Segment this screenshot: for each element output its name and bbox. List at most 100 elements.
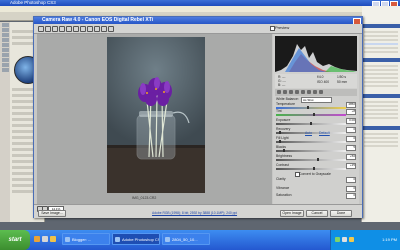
tab-hsl[interactable] bbox=[295, 90, 299, 94]
panel-row[interactable] bbox=[364, 51, 398, 53]
start-button[interactable]: start bbox=[0, 230, 30, 250]
panel-row[interactable] bbox=[364, 105, 398, 107]
slider-track[interactable] bbox=[276, 167, 346, 170]
panel-row[interactable] bbox=[364, 39, 398, 41]
image-preview-area[interactable]: IMG_0123.CR2 bbox=[37, 34, 272, 204]
panel-header[interactable] bbox=[363, 24, 400, 28]
volume-icon[interactable] bbox=[342, 237, 347, 242]
vibrance-value[interactable]: 0 bbox=[346, 186, 356, 192]
slider-thumb[interactable] bbox=[279, 131, 282, 134]
slider-thumb[interactable] bbox=[282, 149, 285, 152]
tab-camera-calibration[interactable] bbox=[313, 90, 317, 94]
panel-row[interactable] bbox=[364, 81, 398, 83]
panel-header[interactable] bbox=[363, 126, 400, 130]
slider-track[interactable] bbox=[276, 122, 346, 125]
network-icon[interactable] bbox=[335, 237, 340, 242]
panel-row[interactable] bbox=[364, 117, 398, 119]
panel-header[interactable] bbox=[363, 58, 400, 62]
slider-value[interactable]: +50 bbox=[346, 154, 356, 160]
red-eye-tool-icon[interactable] bbox=[87, 26, 93, 32]
slider-value[interactable]: +8 bbox=[346, 109, 356, 115]
slider-track[interactable] bbox=[276, 106, 346, 109]
slider-track[interactable] bbox=[276, 113, 346, 116]
eraser-tool-icon[interactable] bbox=[1, 58, 9, 62]
panel-row[interactable] bbox=[364, 43, 398, 45]
default-link[interactable]: Default bbox=[319, 131, 330, 135]
lasso-tool-icon[interactable] bbox=[1, 33, 9, 37]
auto-link[interactable]: Auto bbox=[305, 131, 312, 135]
security-icon[interactable] bbox=[349, 237, 354, 242]
open-image-button[interactable]: Open Image bbox=[280, 210, 304, 217]
text-tool-icon[interactable] bbox=[1, 68, 9, 72]
brush-tool-icon[interactable] bbox=[1, 48, 9, 52]
quick-launch-ie-icon[interactable] bbox=[34, 236, 40, 242]
quick-launch-folder-icon[interactable] bbox=[50, 236, 56, 242]
slider-thumb[interactable] bbox=[306, 106, 309, 109]
crop-tool-icon[interactable] bbox=[66, 26, 72, 32]
layers-panels[interactable] bbox=[361, 22, 400, 222]
slider-value[interactable]: 0 bbox=[346, 127, 356, 133]
panel-row[interactable] bbox=[364, 109, 398, 111]
tab-basic[interactable] bbox=[277, 90, 281, 94]
done-button[interactable]: Done bbox=[330, 210, 352, 217]
hand-tool-icon[interactable] bbox=[45, 26, 51, 32]
panel-row[interactable] bbox=[364, 85, 398, 87]
slider-thumb[interactable] bbox=[313, 167, 316, 170]
navigator-window[interactable] bbox=[362, 6, 400, 22]
quick-launch-desktop-icon[interactable] bbox=[42, 236, 48, 242]
gradient-tool-icon[interactable] bbox=[1, 63, 9, 67]
workflow-options-link[interactable]: Adobe RGB (1998); 8 bit; 2592 by 3888 (1… bbox=[152, 211, 237, 215]
zoom-tool-icon[interactable] bbox=[38, 26, 44, 32]
panel-row[interactable] bbox=[364, 35, 398, 37]
panel-row[interactable] bbox=[364, 145, 398, 147]
panel-row[interactable] bbox=[364, 113, 398, 115]
panel-row[interactable] bbox=[364, 73, 398, 75]
panel-row[interactable] bbox=[364, 47, 398, 49]
white-balance-tool-icon[interactable] bbox=[52, 26, 58, 32]
tab-lens[interactable] bbox=[307, 90, 311, 94]
rotate-left-icon[interactable] bbox=[101, 26, 107, 32]
magic-wand-tool-icon[interactable] bbox=[1, 38, 9, 42]
taskbar-task[interactable]: Blogger: ... bbox=[62, 233, 110, 245]
slider-value[interactable]: 4850 bbox=[346, 102, 356, 108]
taskbar-task[interactable]: Adobe Photoshop CS3 bbox=[112, 233, 160, 245]
saturation-value[interactable]: 0 bbox=[346, 193, 356, 199]
slider-value[interactable]: 5 bbox=[346, 145, 356, 151]
slider-thumb[interactable] bbox=[310, 122, 312, 125]
marquee-tool-icon[interactable] bbox=[1, 28, 9, 32]
tab-split-toning[interactable] bbox=[301, 90, 305, 94]
taskbar-task[interactable]: 2804_50_10... bbox=[162, 233, 210, 245]
straighten-tool-icon[interactable] bbox=[73, 26, 79, 32]
panel-row[interactable] bbox=[364, 69, 398, 71]
panel-row[interactable] bbox=[364, 31, 398, 33]
panel-row[interactable] bbox=[364, 141, 398, 143]
save-image-button[interactable]: Save Image... bbox=[38, 210, 66, 217]
slider-track[interactable] bbox=[276, 140, 346, 143]
slider-value[interactable]: 0 bbox=[346, 136, 356, 142]
preferences-icon[interactable] bbox=[94, 26, 100, 32]
rotate-right-icon[interactable] bbox=[108, 26, 114, 32]
slider-track[interactable] bbox=[276, 149, 346, 152]
tab-presets[interactable] bbox=[319, 90, 323, 94]
retouch-tool-icon[interactable] bbox=[80, 26, 86, 32]
stamp-tool-icon[interactable] bbox=[1, 53, 9, 57]
slider-value[interactable]: +25 bbox=[346, 163, 356, 169]
tab-tone-curve[interactable] bbox=[283, 90, 287, 94]
panel-row[interactable] bbox=[364, 137, 398, 139]
panel-row[interactable] bbox=[364, 133, 398, 135]
cancel-button[interactable]: Cancel bbox=[306, 210, 328, 217]
slider-thumb[interactable] bbox=[279, 140, 282, 143]
slider-track[interactable] bbox=[276, 158, 346, 161]
slider-thumb[interactable] bbox=[316, 158, 319, 161]
slider-value[interactable]: 0.00 bbox=[346, 118, 356, 124]
panel-row[interactable] bbox=[364, 77, 398, 79]
panel-header[interactable] bbox=[363, 94, 400, 98]
panel-row[interactable] bbox=[364, 65, 398, 67]
move-tool-icon[interactable] bbox=[1, 23, 9, 27]
clarity-value[interactable]: 0 bbox=[346, 177, 356, 183]
slider-thumb[interactable] bbox=[313, 113, 316, 116]
color-sampler-tool-icon[interactable] bbox=[59, 26, 65, 32]
panel-row[interactable] bbox=[364, 101, 398, 103]
crop-tool-icon[interactable] bbox=[1, 43, 9, 47]
tab-detail[interactable] bbox=[289, 90, 293, 94]
